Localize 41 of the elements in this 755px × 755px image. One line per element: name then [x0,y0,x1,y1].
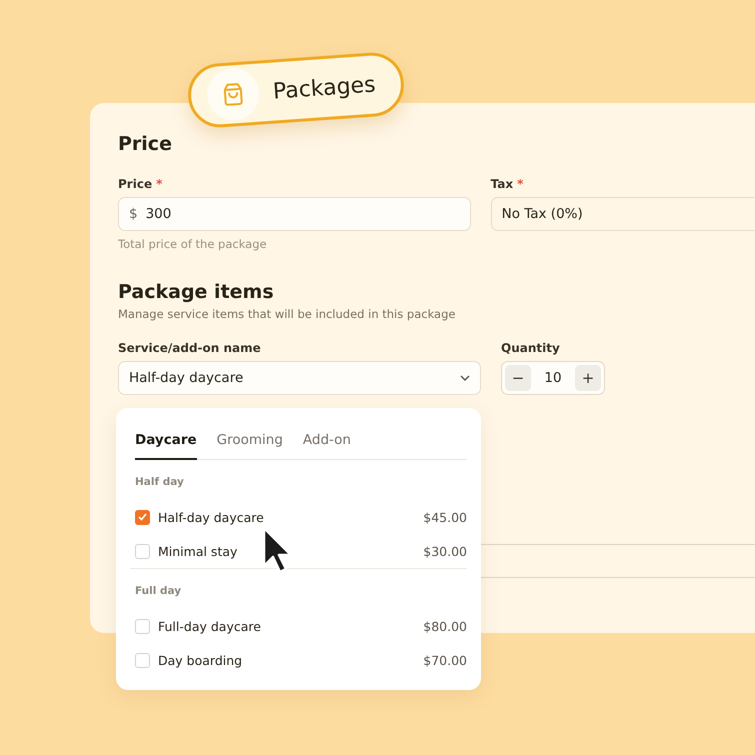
field-label: Tax [490,177,514,191]
check-icon [138,513,147,521]
field-label: Service/add-on name [118,341,261,355]
checkbox[interactable] [135,618,150,634]
increment-button[interactable]: + [575,365,601,391]
category-tab[interactable]: Daycare [135,426,197,460]
section-title: Price [118,133,173,155]
badge-label: Packages [272,72,376,104]
field-label: Quantity [501,341,560,355]
chevron-down-icon [460,375,470,381]
help-text: Total price of the package [118,237,268,251]
currency-symbol: $ [129,206,138,222]
item-price: $80.00 [423,618,467,634]
tax-field[interactable]: No Tax (0%) [490,197,755,231]
quantity-stepper[interactable]: − 10 + [501,361,605,395]
quantity-value: 10 [544,370,562,386]
item-price: $45.00 [423,510,467,524]
section-subtitle: Manage service items that will be included in this package [118,307,456,321]
required-mark: * [517,177,524,191]
item-name[interactable]: Day boarding [158,652,416,668]
required-mark: * [156,177,162,191]
checkbox[interactable] [135,510,150,524]
checkbox[interactable] [135,652,150,668]
item-name[interactable]: Half-day daycare [158,510,416,524]
service-select[interactable]: Half-day daycare [118,361,481,395]
category-tab[interactable]: Grooming [216,426,283,460]
field-value: No Tax (0%) [502,206,583,222]
group-title: Full day [135,584,182,599]
category-tab[interactable]: Add-on [302,426,351,460]
item-name[interactable]: Minimal stay [158,544,416,558]
group-title: Half day [135,475,185,490]
field-label: Price [118,177,152,191]
price-field[interactable]: $ 300 [118,197,471,231]
checkbox[interactable] [135,544,150,558]
item-price: $70.00 [423,652,467,668]
section-title: Package items [118,281,275,303]
item-name[interactable]: Full-day daycare [158,618,416,634]
item-price: $30.00 [423,544,467,558]
field-value: 300 [146,206,172,222]
field-value: Half-day daycare [129,370,244,386]
decrement-button[interactable]: − [505,365,531,391]
